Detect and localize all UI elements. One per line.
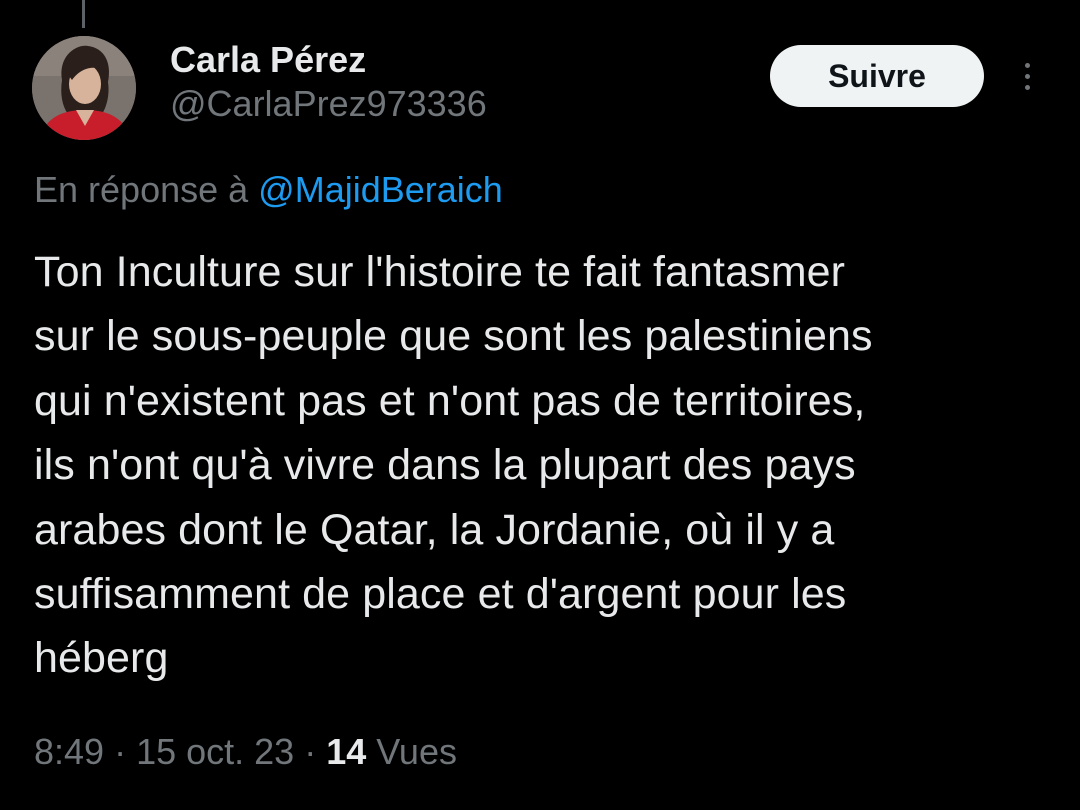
reply-mention-link[interactable]: @MajidBeraich — [258, 169, 503, 210]
tweet-meta: 8:49 · 15 oct. 23 · 14 Vues — [34, 730, 457, 774]
meta-separator: · — [294, 731, 327, 772]
reply-context: En réponse à @MajidBeraich — [34, 170, 503, 210]
tweet-time[interactable]: 8:49 — [34, 731, 104, 772]
more-dot — [1024, 62, 1030, 68]
author-block[interactable]: Carla Pérez @CarlaPrez973336 — [170, 40, 487, 124]
author-display-name[interactable]: Carla Pérez — [170, 40, 487, 80]
avatar-image — [32, 36, 136, 140]
tweet-date[interactable]: 15 oct. 23 — [136, 731, 294, 772]
more-dot — [1024, 73, 1030, 79]
meta-separator: · — [104, 731, 137, 772]
follow-button[interactable]: Suivre — [770, 45, 984, 107]
views-count: 14 — [326, 731, 367, 772]
reply-prefix: En réponse à — [34, 169, 259, 210]
thread-line — [82, 0, 85, 28]
more-vertical-icon[interactable] — [1012, 56, 1042, 96]
tweet-text: Ton Inculture sur l'histoire te fait fan… — [34, 248, 873, 683]
avatar[interactable] — [32, 36, 136, 140]
views-label: Vues — [366, 731, 457, 772]
more-dot — [1024, 84, 1030, 90]
author-handle[interactable]: @CarlaPrez973336 — [170, 84, 487, 124]
